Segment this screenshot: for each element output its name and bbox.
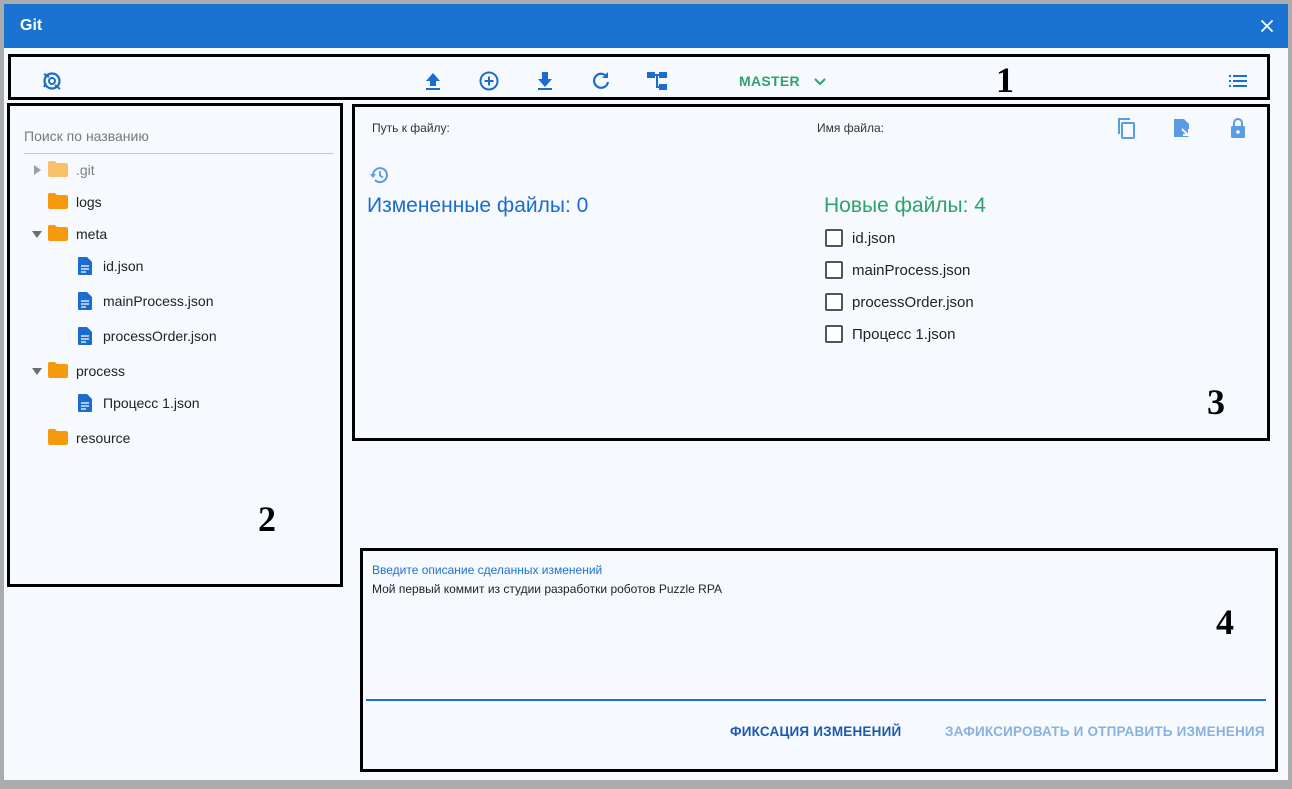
tree-search-input[interactable]: Поиск по названию <box>24 121 334 154</box>
new-file-label: processOrder.json <box>852 294 974 311</box>
lock-icon[interactable] <box>1226 116 1250 140</box>
file-checkbox[interactable] <box>825 261 843 279</box>
file-path-label: Путь к файлу: <box>372 121 450 135</box>
file-open-icon[interactable] <box>1170 116 1194 140</box>
folder-icon <box>48 429 68 445</box>
tree-item-label: mainProcess.json <box>103 293 214 309</box>
tree-item-label: process <box>76 363 126 379</box>
add-icon[interactable] <box>477 69 501 93</box>
tree-item-id-json[interactable]: id.json <box>32 253 312 279</box>
pull-icon[interactable] <box>533 69 557 93</box>
folder-icon <box>48 362 68 378</box>
push-icon[interactable] <box>421 69 445 93</box>
search-placeholder: Поиск по названию <box>24 128 149 144</box>
commit-message-label: Введите описание сделанных изменений <box>372 563 603 577</box>
details-highlight <box>352 104 1270 441</box>
tree-item-resource[interactable]: resource <box>32 425 312 451</box>
tree-item-meta[interactable]: meta <box>32 221 312 247</box>
tree-item-git[interactable]: .git <box>32 157 312 183</box>
toolbar-highlight <box>8 54 1270 100</box>
new-file-label: mainProcess.json <box>852 262 971 279</box>
git-window: Git MASTER 1 Поиск по названию .git logs… <box>4 4 1288 780</box>
commit-message-input[interactable]: Мой первый коммит из студии разработки р… <box>372 582 1252 596</box>
callout-1: 1 <box>996 60 1014 100</box>
file-icon <box>78 327 92 345</box>
tree-item-label: id.json <box>103 258 144 274</box>
tree-item-label: resource <box>76 430 131 446</box>
folder-icon <box>48 193 68 209</box>
commit-button[interactable]: ФИКСАЦИЯ ИЗМЕНЕНИЙ <box>730 724 901 739</box>
history-icon[interactable] <box>367 163 391 187</box>
chevron-down-icon <box>814 78 826 86</box>
file-icon <box>78 394 92 412</box>
file-checkbox[interactable] <box>825 229 843 247</box>
file-icon <box>78 257 92 275</box>
tree-item-label: processOrder.json <box>103 328 217 344</box>
copy-icon[interactable] <box>1114 116 1138 140</box>
new-files-title: Новые файлы: 4 <box>824 194 986 217</box>
caret-right-icon[interactable] <box>34 165 41 175</box>
new-file-label: id.json <box>852 230 896 247</box>
folder-icon <box>48 225 68 241</box>
tree-item-label: meta <box>76 226 108 242</box>
window-title: Git <box>20 17 43 34</box>
refresh-icon[interactable] <box>589 69 613 93</box>
branch-name: MASTER <box>739 73 800 89</box>
file-checkbox[interactable] <box>825 325 843 343</box>
callout-3: 3 <box>1207 382 1225 422</box>
file-icon <box>78 292 92 310</box>
git-logo-icon[interactable] <box>40 69 64 93</box>
tree-item-process-1-json[interactable]: Процесс 1.json <box>32 390 312 416</box>
tree-item-label: .git <box>76 162 95 178</box>
changed-files-title: Измененные файлы: 0 <box>367 194 589 217</box>
file-checkbox[interactable] <box>825 293 843 311</box>
file-name-label: Имя файла: <box>817 121 884 135</box>
list-icon[interactable] <box>1226 69 1250 93</box>
close-icon[interactable] <box>1256 15 1278 37</box>
tree-item-process[interactable]: process <box>32 358 312 384</box>
caret-down-icon[interactable] <box>32 231 42 238</box>
new-file-label: Процесс 1.json <box>852 326 956 343</box>
branches-icon[interactable] <box>645 69 669 93</box>
tree-item-processorder-json[interactable]: processOrder.json <box>32 323 312 349</box>
commit-input-underline <box>366 699 1266 701</box>
tree-item-mainprocess-json[interactable]: mainProcess.json <box>32 288 312 314</box>
caret-down-icon[interactable] <box>32 368 42 375</box>
callout-4: 4 <box>1216 602 1234 642</box>
callout-2: 2 <box>258 499 276 539</box>
tree-item-logs[interactable]: logs <box>32 189 312 215</box>
folder-icon <box>48 161 68 177</box>
branch-selector[interactable]: MASTER <box>739 73 826 89</box>
tree-item-label: logs <box>76 194 102 210</box>
title-bar: Git <box>4 4 1288 48</box>
commit-and-push-button[interactable]: ЗАФИКСИРОВАТЬ И ОТПРАВИТЬ ИЗМЕНЕНИЯ <box>945 724 1265 739</box>
tree-item-label: Процесс 1.json <box>103 395 200 411</box>
